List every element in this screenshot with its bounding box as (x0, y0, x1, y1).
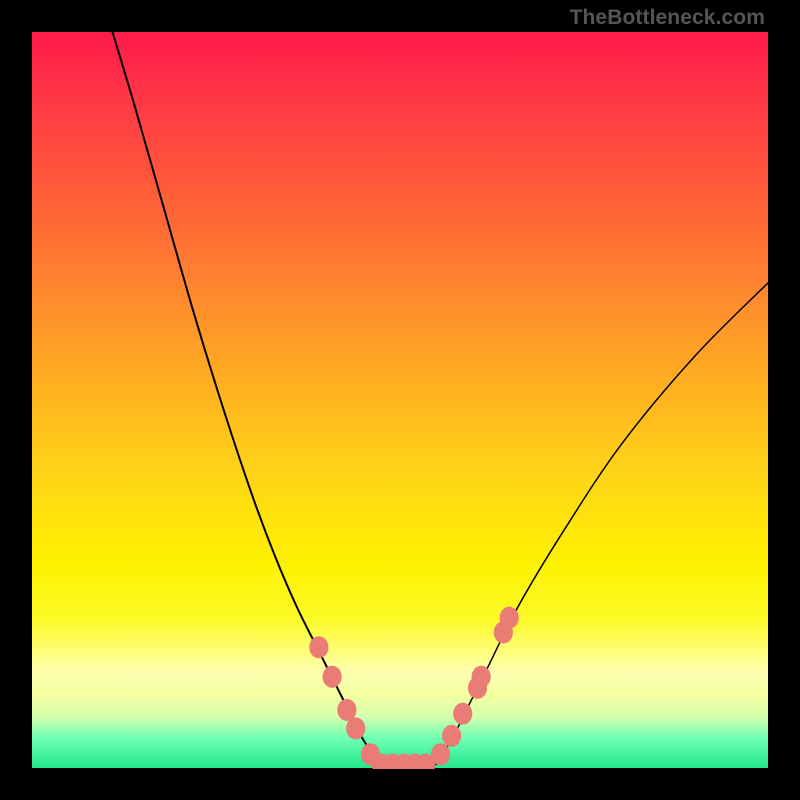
chart-svg (31, 31, 769, 769)
data-marker (472, 666, 491, 688)
data-marker (346, 717, 365, 739)
data-marker (500, 607, 519, 629)
data-marker (442, 725, 461, 747)
data-marker (309, 636, 328, 658)
data-marker (323, 666, 342, 688)
curve-left-branch (112, 31, 385, 765)
data-marker (431, 743, 450, 765)
marker-group (309, 607, 519, 769)
data-marker (453, 703, 472, 725)
watermark-text: TheBottleneck.com (570, 6, 765, 30)
